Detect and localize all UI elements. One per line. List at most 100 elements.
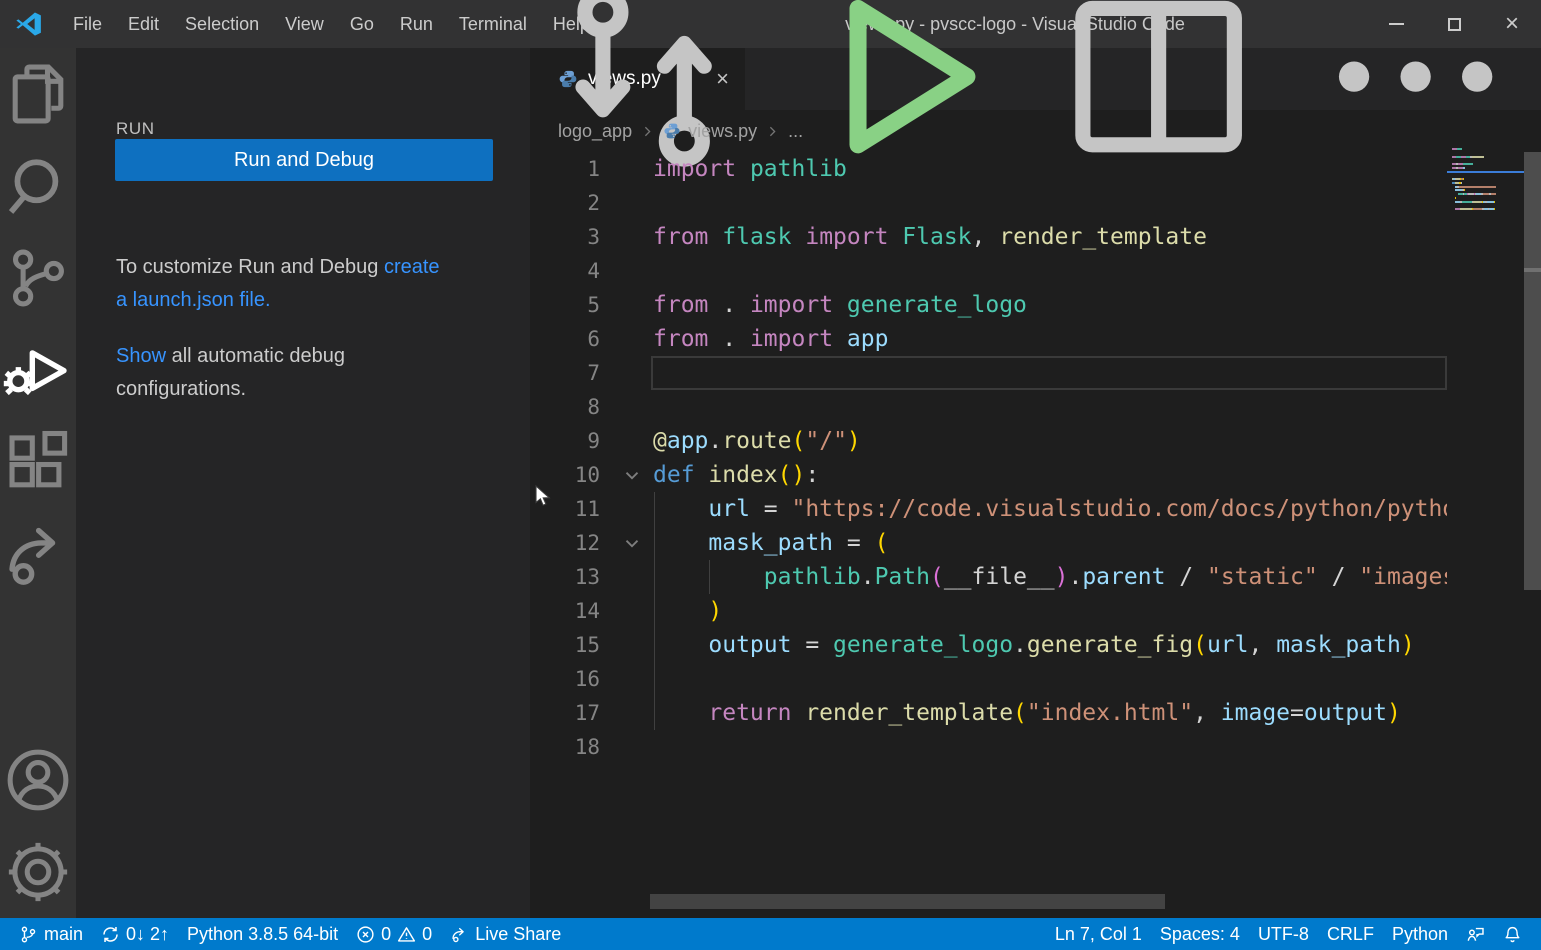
code-line[interactable]: 5 from . import generate_logo [530,288,1447,322]
code-token[interactable] [653,530,708,556]
code-token[interactable]: return [708,700,805,726]
code-token[interactable]: app [847,326,889,352]
code-line[interactable]: 6from . import app [530,322,1447,356]
code-token[interactable]: . [861,564,875,590]
code-token[interactable]: image [1221,700,1290,726]
menu-go[interactable]: Go [337,0,387,48]
code-token[interactable]: . [708,428,722,454]
status-git-branch[interactable]: main [10,918,92,950]
menu-selection[interactable]: Selection [172,0,272,48]
code-text[interactable]: import pathlib [653,152,847,186]
line-number[interactable]: 15 [530,628,600,662]
minimap[interactable] [1447,110,1524,941]
code-line[interactable]: 13 pathlib.Path(__file__).parent / "stat… [530,560,1447,594]
menu-view[interactable]: View [272,0,337,48]
code-token[interactable]: "/" [805,428,847,454]
status-problems[interactable]: 00 [347,918,441,950]
line-number[interactable]: 13 [530,560,600,594]
code-token[interactable]: index [708,462,777,488]
code-line[interactable]: 18 [530,730,1447,764]
code-token[interactable]: from [653,224,722,250]
code-token[interactable]: () [778,462,806,488]
code-token[interactable]: . [722,292,750,318]
menu-edit[interactable]: Edit [115,0,172,48]
menu-file[interactable]: File [60,0,115,48]
status-feedback[interactable] [1457,918,1494,950]
status-python-interpreter[interactable]: Python 3.8.5 64-bit [178,918,347,950]
activity-search[interactable] [0,140,76,232]
code-token[interactable]: import [653,156,750,182]
code-token[interactable]: generate_fig [1027,632,1193,658]
code-token[interactable] [653,632,708,658]
code-line[interactable]: 16 [530,662,1447,696]
sidebar-link[interactable]: a launch.json file. [116,289,271,311]
code-text[interactable]: mask_path = ( [653,526,888,560]
code-token[interactable]: ( [1013,700,1027,726]
code-token[interactable]: url [708,496,750,522]
code-line[interactable]: 4 [530,254,1447,288]
code-text[interactable]: return render_template("index.html", ima… [653,696,1401,730]
status-eol[interactable]: CRLF [1318,918,1383,950]
line-number[interactable]: 9 [530,424,600,458]
line-number[interactable]: 4 [530,254,600,288]
breadcrumb-item-2[interactable]: ... [788,121,803,142]
code-token[interactable]: ( [1193,632,1207,658]
code-token[interactable]: pathlib [750,156,847,182]
status-live-share[interactable]: Live Share [441,918,570,950]
code-token[interactable]: , [1193,700,1221,726]
code-token[interactable]: output [708,632,791,658]
code-token[interactable]: import [750,292,847,318]
activity-source-control[interactable] [0,232,76,324]
code-token[interactable]: . [1013,632,1027,658]
code-token[interactable]: ( [792,428,806,454]
code-token[interactable]: generate_logo [847,292,1027,318]
code-token[interactable]: "https://code.visualstudio.com/docs/pyth… [791,496,1447,522]
code-text[interactable]: url = "https://code.visualstudio.com/doc… [653,492,1447,526]
activity-live-share[interactable] [0,508,76,600]
code-token[interactable]: ( [930,564,944,590]
code-token[interactable]: = [750,496,792,522]
line-number[interactable]: 18 [530,730,600,764]
breadcrumb-item-1[interactable]: views.py [663,121,757,142]
code-token[interactable]: route [722,428,791,454]
code-token[interactable]: , [972,224,1000,250]
code-token[interactable]: @ [653,428,667,454]
line-number[interactable]: 2 [530,186,600,220]
status-indentation[interactable]: Spaces: 4 [1151,918,1249,950]
line-number[interactable]: 7 [530,356,600,390]
activity-settings[interactable] [0,826,76,918]
line-number[interactable]: 6 [530,322,600,356]
code-token[interactable]: pathlib [764,564,861,590]
code-token[interactable]: ) [1387,700,1401,726]
code-line[interactable]: 12 mask_path = ( [530,526,1447,560]
status-notifications[interactable] [1494,918,1531,950]
line-number[interactable]: 1 [530,152,600,186]
code-editor[interactable]: 1import pathlib23from flask import Flask… [530,152,1447,893]
code-text[interactable]: from . import generate_logo [653,288,1027,322]
code-token[interactable]: ) [1401,632,1415,658]
code-token[interactable]: "images [1359,564,1447,590]
code-token[interactable]: from [653,292,722,318]
code-line[interactable]: 17 return render_template("index.html", … [530,696,1447,730]
code-token[interactable]: ) [847,428,861,454]
activity-extensions[interactable] [0,416,76,508]
code-token[interactable]: url [1207,632,1249,658]
code-token[interactable]: parent [1082,564,1165,590]
code-token[interactable]: import [805,224,902,250]
line-number[interactable]: 8 [530,390,600,424]
code-line[interactable]: 2 [530,186,1447,220]
code-token[interactable]: __file__ [944,564,1055,590]
code-text[interactable]: from flask import Flask, render_template [653,220,1207,254]
line-number[interactable]: 5 [530,288,600,322]
code-token[interactable] [653,496,708,522]
code-token[interactable]: . [722,326,750,352]
code-token[interactable]: Flask [902,224,971,250]
line-number[interactable]: 17 [530,696,600,730]
breadcrumb-item-0[interactable]: logo_app [558,121,632,142]
vertical-scrollbar[interactable] [1524,152,1541,893]
code-line[interactable]: 14 ) [530,594,1447,628]
activity-account[interactable] [0,734,76,826]
code-token[interactable]: mask_path [708,530,833,556]
sidebar-link[interactable]: create [384,256,440,278]
code-line[interactable]: 1 import pathlib [530,152,1447,186]
